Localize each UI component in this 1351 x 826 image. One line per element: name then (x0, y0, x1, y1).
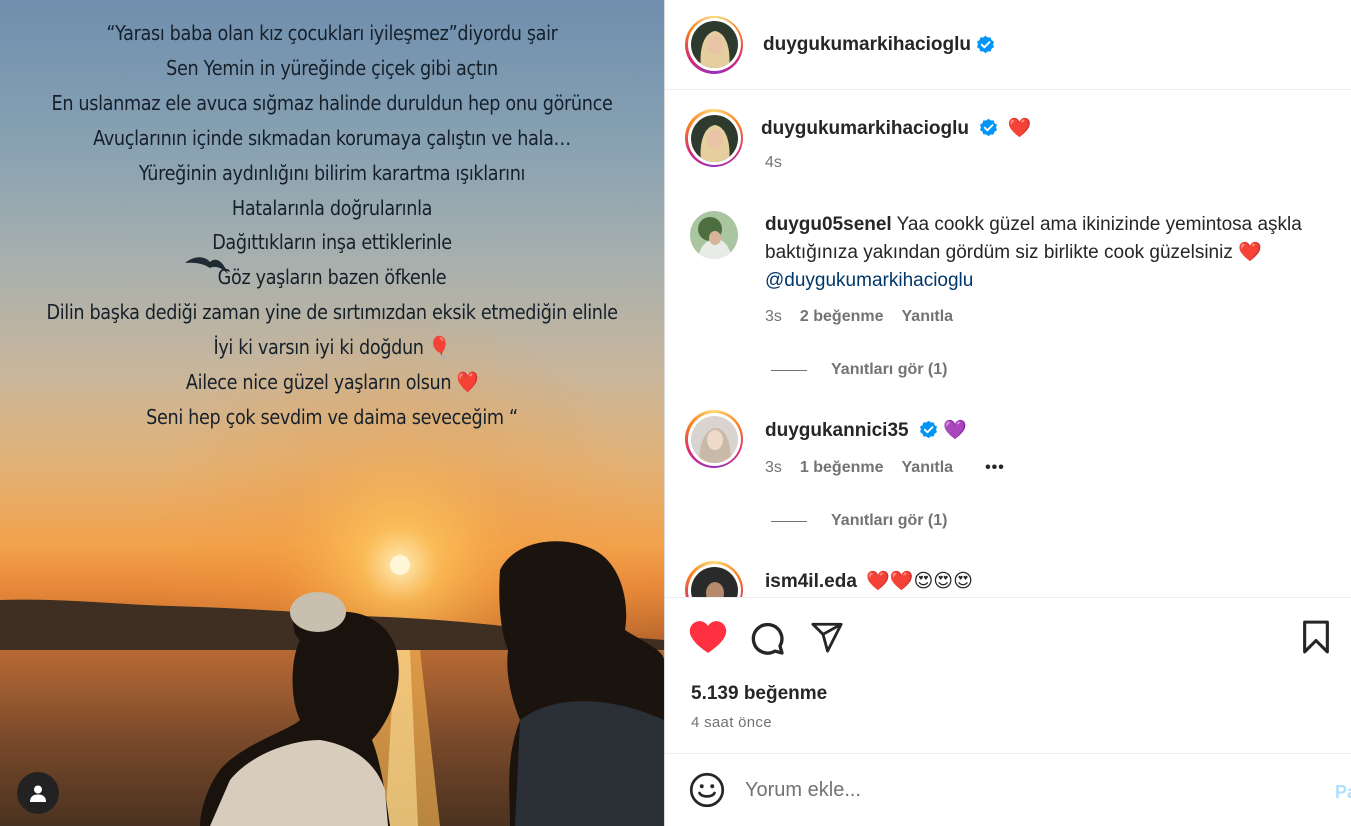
emoji-icon[interactable] (689, 772, 725, 808)
verified-badge-icon (919, 420, 937, 439)
post-header: duygukumarkihacioglu (665, 0, 1351, 90)
avatar[interactable] (690, 211, 738, 259)
comment-username[interactable]: ism4il.eda (765, 571, 857, 592)
poem-line: Avuçlarının içinde sıkmadan korumaya çal… (93, 125, 571, 150)
view-replies-label: Yanıtları gör (1) (831, 361, 948, 378)
bookmark-icon[interactable] (1301, 620, 1331, 654)
comment-composer: Pa (665, 753, 1351, 826)
verified-badge-icon (977, 35, 994, 54)
poem-line: Ailece nice güzel yaşların olsun ❤️ (185, 370, 479, 395)
header-username[interactable]: duygukumarkihacioglu (763, 34, 971, 56)
story-ring[interactable] (685, 15, 743, 74)
poem-line: En uslanmaz ele avuca sığmaz halinde dur… (51, 90, 613, 115)
user-icon (30, 785, 46, 802)
story-ring[interactable] (685, 410, 743, 468)
poem-line: Göz yaşların bazen öfkenle (217, 265, 447, 290)
story-ring[interactable] (685, 561, 743, 597)
reply-button[interactable]: Yanıtla (902, 459, 954, 477)
comment-time[interactable]: 3s (765, 459, 782, 477)
comments-list[interactable]: duygukumarkihacioglu ❤️ 4s 4s 4s (665, 91, 1351, 597)
avatar (690, 415, 738, 463)
avatar (690, 21, 738, 68)
comment: ism4il.eda ❤️❤️😍😍😍 (765, 568, 973, 596)
comment-time[interactable]: 3s (765, 308, 782, 326)
heart-filled-icon[interactable] (689, 619, 727, 655)
share-icon[interactable] (809, 620, 845, 654)
post-button[interactable]: Pa (1335, 782, 1351, 803)
reply-button[interactable]: Yanıtla (902, 308, 954, 326)
poem-overlay: “Yarası baba olan kız çocukları iyileşme… (0, 16, 664, 435)
poem-line: “Yarası baba olan kız çocukları iyileşme… (106, 21, 558, 45)
post-sidebar: duygukumarkihacioglu duygukumarkihaciogl… (664, 0, 1351, 826)
poem-line: Seni hep çok sevdim ve daima seveceğim “ (146, 404, 518, 429)
poem-line: Hatalarınla doğrularınla (231, 195, 433, 220)
poem-line: Sen Yemin in yüreğinde çiçek gibi açtın (166, 55, 498, 80)
comment: duygu05senel Yaa cookk güzel ama ikinizi… (765, 211, 1351, 295)
post-time[interactable]: 4 saat önce (691, 714, 772, 731)
more-options-icon[interactable]: ••• (985, 459, 1005, 477)
like-count[interactable]: 5.139 beğenme (691, 683, 827, 705)
avatar (690, 566, 738, 597)
comment-username[interactable]: duygukannici35 (765, 420, 909, 441)
poem-line: Dağıttıkların inşa ettiklerinle (212, 230, 452, 255)
comment-input[interactable] (745, 778, 1285, 802)
poem-line: Yüreğinin aydınlığını bilirim karartma ı… (138, 160, 526, 185)
poem-line: Dilin başka dediği zaman yine de sırtımı… (46, 300, 618, 325)
action-bar: 5.139 beğenme 4 saat önce (665, 597, 1351, 753)
comment-meta: 3s 2 beğenme Yanıtla (765, 308, 953, 326)
comment-username[interactable]: duygu05senel (765, 214, 892, 235)
view-replies-button[interactable]: Yanıtları gör (1) (771, 361, 947, 379)
story-ring[interactable] (685, 109, 743, 167)
view-replies-button[interactable]: Yanıtları gör (1) (771, 512, 947, 530)
comment-text: 💜 (943, 420, 967, 441)
poem-line: İyi ki varsın iyi ki doğdun 🎈 (213, 335, 451, 360)
comment: duygukannici35 💜 (765, 417, 967, 445)
verified-badge-icon (980, 118, 998, 137)
post-viewer: “Yarası baba olan kız çocukları iyileşme… (0, 0, 1351, 826)
comment-text: ❤️❤️😍😍😍 (866, 571, 973, 592)
caption-text: ❤️ (1007, 118, 1032, 139)
caption-time-label[interactable]: 4s (765, 154, 782, 172)
comment-likes[interactable]: 1 beğenme (800, 459, 884, 477)
mention-link[interactable]: @duygukumarkihacioglu (765, 270, 973, 291)
view-replies-label: Yanıtları gör (1) (831, 512, 948, 529)
comment-meta: 3s 1 beğenme Yanıtla ••• (765, 459, 1005, 477)
post-image[interactable]: “Yarası baba olan kız çocukları iyileşme… (0, 0, 664, 826)
comment-icon[interactable] (749, 620, 785, 656)
avatar (690, 114, 738, 162)
comment-likes[interactable]: 2 beğenme (800, 308, 884, 326)
caption-username[interactable]: duygukumarkihacioglu (761, 118, 969, 139)
tagged-users-button[interactable] (17, 772, 59, 814)
